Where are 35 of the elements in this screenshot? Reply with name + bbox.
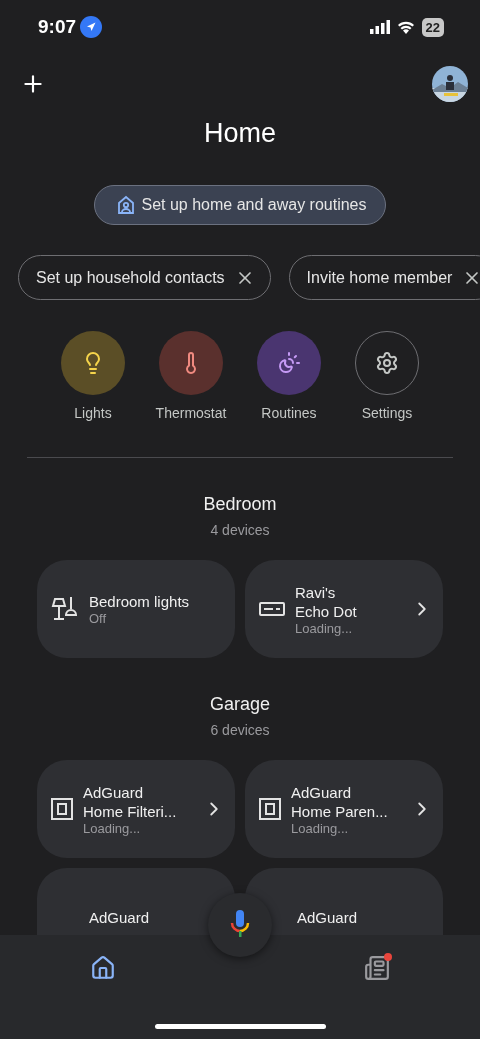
speaker-icon xyxy=(259,602,285,616)
signal-icon xyxy=(369,20,390,34)
home-icon xyxy=(90,955,116,981)
device-status: Loading... xyxy=(291,820,350,836)
routines-pill[interactable]: Set up home and away routines xyxy=(94,185,386,225)
device-card[interactable]: AdGuard xyxy=(245,868,443,935)
device-status: Loading... xyxy=(295,620,354,636)
square-icon xyxy=(51,798,73,820)
nav-tab[interactable] xyxy=(362,953,392,983)
device-count: 6 devices xyxy=(210,722,270,738)
device-name: Bedroom lights xyxy=(89,592,191,611)
room-name: Garage xyxy=(209,694,270,715)
room-name: Bedroom xyxy=(203,494,277,515)
lamp-icon xyxy=(51,595,79,623)
device-card[interactable]: AdGuard xyxy=(37,868,235,935)
device-card[interactable]: AdGuard Home Paren... Loading... xyxy=(245,760,443,858)
page-title: Home xyxy=(203,118,277,149)
device-card[interactable]: Ravi's Echo Dot Loading... xyxy=(245,560,443,658)
wifi-icon xyxy=(396,20,415,34)
mic-icon xyxy=(230,910,250,940)
device-card[interactable]: Bedroom lights Off xyxy=(37,560,235,658)
device-status: Loading... xyxy=(83,820,142,836)
device-card[interactable]: AdGuard Home Filteri... Loading... xyxy=(37,760,235,858)
device-name: AdGuard Home Paren... xyxy=(291,782,389,821)
square-icon xyxy=(259,798,281,820)
feed-icon xyxy=(364,955,390,981)
device-name: Ravi's Echo Dot xyxy=(295,582,358,621)
battery-level: 22 xyxy=(421,17,444,37)
device-count: 4 devices xyxy=(210,522,270,538)
device-name: AdGuard xyxy=(89,907,151,927)
device-status: Off xyxy=(89,611,108,626)
home-person-icon xyxy=(117,195,136,215)
device-name: AdGuard Home Filteri... xyxy=(83,782,178,821)
device-name: AdGuard xyxy=(297,907,359,927)
status-time: 9:07 xyxy=(38,16,77,38)
